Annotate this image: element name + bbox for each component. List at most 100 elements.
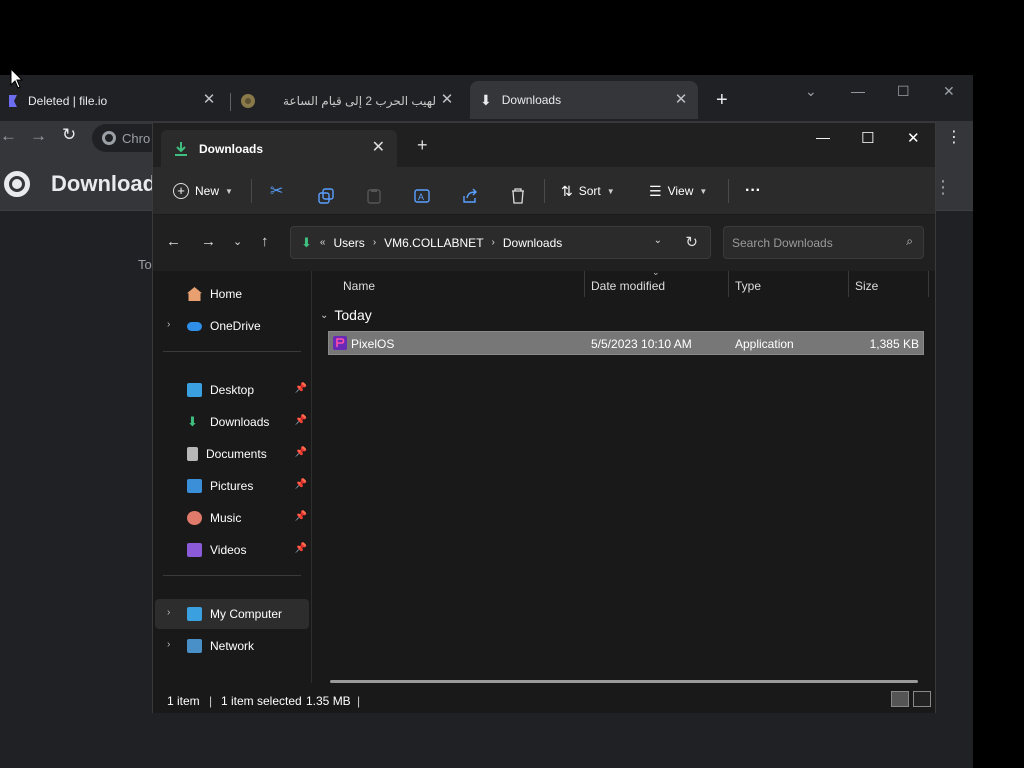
explorer-tab-downloads[interactable]: Downloads ✕ — [161, 130, 397, 167]
pin-icon[interactable]: 📌 — [295, 511, 307, 522]
file-list: Name ⌄ Date modified Type Size ⌄ Today P… — [312, 267, 934, 683]
minimize-icon[interactable]: — — [816, 129, 830, 145]
pin-icon[interactable]: 📌 — [295, 543, 307, 554]
pin-icon[interactable]: 📌 — [295, 415, 307, 426]
status-bar: 1 item | 1 item selected 1.35 MB | — [153, 683, 935, 713]
sidebar-item-network[interactable]: › Network — [155, 631, 309, 661]
new-tab-button[interactable]: + — [716, 90, 728, 110]
divider — [251, 179, 252, 203]
sidebar-item-music[interactable]: Music 📌 — [155, 503, 309, 533]
address-bar[interactable]: ⬇ « Users › VM6.COLLABNET › Downloads ⌄ … — [290, 226, 711, 259]
minimize-icon[interactable]: — — [851, 83, 865, 99]
overflow-chevron-icon[interactable]: « — [320, 237, 326, 248]
column-header-name[interactable]: Name — [343, 279, 375, 297]
cloud-icon — [187, 321, 202, 331]
column-header-size[interactable]: Size — [855, 279, 878, 297]
delete-icon[interactable] — [510, 183, 526, 209]
application-icon — [333, 336, 347, 350]
tab-search-icon[interactable]: ⌄ — [805, 83, 817, 100]
sidebar-item-downloads[interactable]: ⬇ Downloads 📌 — [155, 407, 309, 437]
breadcrumb-vm6[interactable]: VM6.COLLABNET — [384, 236, 483, 250]
chevron-down-icon[interactable]: ⌄ — [320, 310, 328, 321]
breadcrumb-downloads[interactable]: Downloads — [503, 236, 562, 250]
refresh-icon[interactable]: ↻ — [685, 233, 698, 251]
sidebar-item-label: Desktop — [210, 383, 255, 397]
up-icon[interactable]: ↑ — [261, 233, 269, 250]
group-header-today[interactable]: ⌄ Today — [320, 307, 372, 323]
column-divider[interactable] — [728, 271, 729, 297]
breadcrumb-users[interactable]: Users — [333, 236, 364, 250]
sidebar-item-videos[interactable]: Videos 📌 — [155, 535, 309, 565]
divider — [163, 351, 301, 352]
file-row[interactable]: PixelOS 5/5/2023 10:10 AM Application 1,… — [328, 331, 924, 355]
close-window-icon[interactable]: ✕ — [907, 129, 920, 147]
chevron-right-icon[interactable]: › — [492, 237, 495, 248]
new-tab-button[interactable]: + — [417, 135, 428, 156]
chevron-right-icon[interactable]: › — [167, 639, 170, 650]
sidebar-item-desktop[interactable]: Desktop 📌 — [155, 375, 309, 405]
sort-button[interactable]: ⇅ Sort ▼ — [561, 178, 615, 204]
back-icon[interactable]: ← — [166, 233, 181, 250]
network-icon — [187, 639, 202, 653]
more-options-icon[interactable]: ⋮ — [934, 177, 952, 198]
home-icon — [187, 287, 202, 301]
sidebar-item-home[interactable]: Home — [155, 279, 309, 309]
sidebar-item-onedrive[interactable]: › OneDrive — [155, 311, 309, 341]
share-icon[interactable] — [462, 183, 478, 209]
music-icon — [187, 511, 202, 525]
close-window-icon[interactable]: ✕ — [943, 83, 955, 100]
pin-icon[interactable]: 📌 — [295, 383, 307, 394]
pin-icon[interactable]: 📌 — [295, 447, 307, 458]
close-icon[interactable]: ✕ — [200, 91, 218, 109]
column-header-date[interactable]: Date modified — [591, 279, 665, 297]
view-button[interactable]: ☰ View ▼ — [649, 178, 707, 204]
sidebar-item-my-computer[interactable]: › My Computer — [155, 599, 309, 629]
desktop-icon — [187, 383, 202, 397]
back-icon[interactable]: ← — [0, 126, 17, 146]
sidebar-item-pictures[interactable]: Pictures 📌 — [155, 471, 309, 501]
new-label: New — [195, 184, 220, 198]
svg-text:A: A — [418, 192, 424, 202]
column-divider[interactable] — [928, 271, 929, 297]
new-button[interactable]: + New ▼ — [173, 178, 233, 204]
chevron-right-icon[interactable]: › — [373, 237, 376, 248]
maximize-icon[interactable]: ☐ — [897, 83, 910, 100]
cut-icon[interactable]: ✂ — [270, 178, 283, 204]
tiles-view-icon[interactable] — [913, 691, 931, 707]
view-icon: ☰ — [649, 182, 662, 199]
close-icon[interactable]: ✕ — [672, 91, 690, 109]
forward-icon[interactable]: → — [201, 233, 216, 250]
chrome-tab-downloads[interactable]: ⬇ Downloads ✕ — [470, 81, 698, 119]
close-tab-icon[interactable]: ✕ — [372, 137, 385, 157]
more-options-icon[interactable]: ··· — [745, 178, 761, 204]
rename-icon[interactable]: A — [414, 183, 432, 209]
close-icon[interactable]: ✕ — [438, 91, 456, 109]
chevron-right-icon[interactable]: › — [167, 607, 170, 618]
chevron-right-icon[interactable]: › — [167, 319, 170, 330]
fileio-favicon-icon — [9, 95, 17, 107]
reload-icon[interactable]: ↻ — [62, 125, 76, 145]
recent-locations-icon[interactable]: ⌄ — [233, 235, 242, 248]
chrome-menu-icon[interactable]: ⋮ — [946, 127, 962, 147]
forward-icon[interactable]: → — [30, 126, 47, 146]
maximize-icon[interactable]: ☐ — [861, 129, 874, 147]
details-view-icon[interactable] — [891, 691, 909, 707]
search-input[interactable]: Search Downloads ⌕ — [723, 226, 924, 259]
tab-title: Downloads — [199, 141, 264, 156]
chevron-down-icon[interactable]: ⌄ — [654, 235, 662, 246]
sort-indicator-icon: ⌄ — [652, 267, 660, 277]
view-label: View — [667, 184, 694, 198]
chrome-icon — [102, 131, 116, 145]
paste-icon[interactable] — [366, 183, 382, 209]
copy-icon[interactable] — [318, 183, 334, 209]
pin-icon[interactable]: 📌 — [295, 479, 307, 490]
column-header-type[interactable]: Type — [735, 279, 761, 297]
computer-icon — [187, 607, 202, 621]
sidebar-item-documents[interactable]: Documents 📌 — [155, 439, 309, 469]
column-divider[interactable] — [848, 271, 849, 297]
chrome-tab-fileio[interactable]: Deleted | file.io ✕ — [0, 83, 222, 119]
column-divider[interactable] — [584, 271, 585, 297]
sort-label: Sort — [578, 184, 601, 198]
chrome-tab-arabic[interactable]: لهيب الحرب 2 إلى قيام الساعة ✕ — [236, 83, 458, 119]
search-icon: ⌕ — [906, 234, 913, 248]
